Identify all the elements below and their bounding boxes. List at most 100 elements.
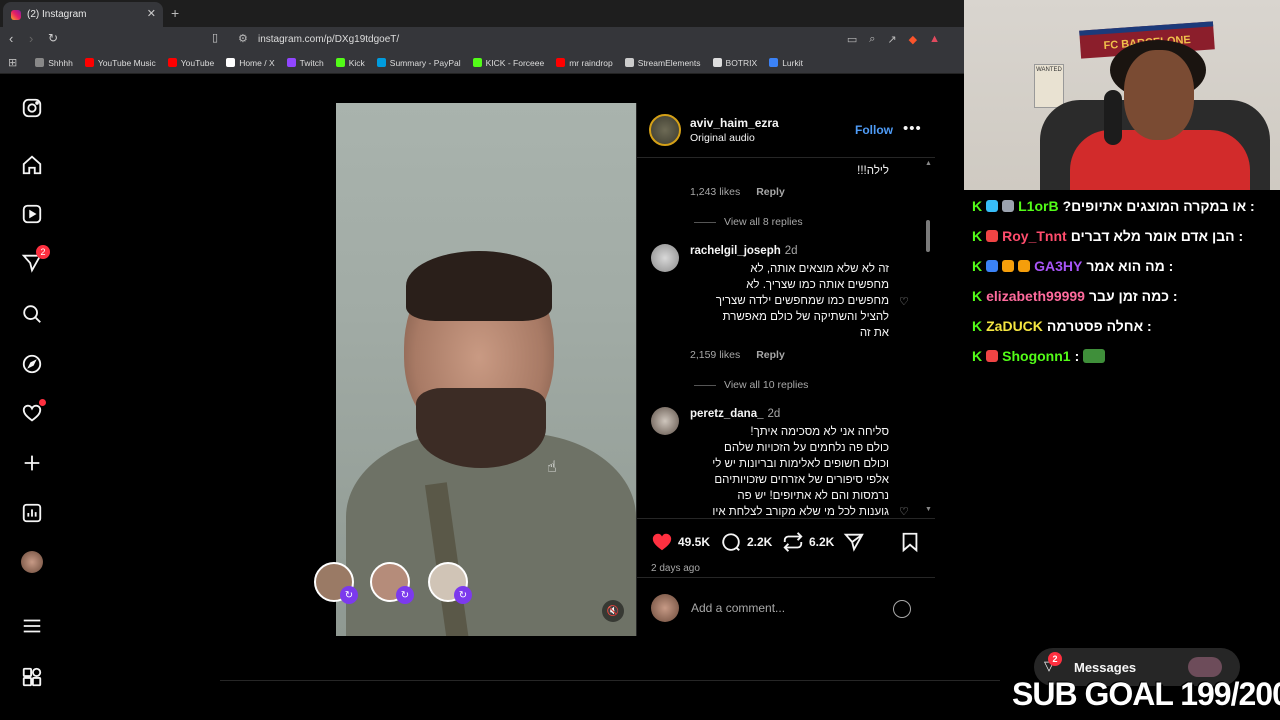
bookmark-item[interactable]: Shhhh	[35, 58, 73, 68]
address-bar[interactable]: ⚙ instagram.com/p/DXg19tdgoeT/ ▭ ⌕ ↗ ◆ ▲	[230, 29, 952, 50]
instagram-logo-icon[interactable]	[20, 96, 44, 120]
comment-likes[interactable]: 1,243 likes	[690, 186, 740, 198]
tab-title: (2) Instagram	[27, 9, 87, 20]
audio-label[interactable]: Original audio	[690, 132, 755, 144]
site-settings-icon[interactable]: ⚙	[238, 32, 248, 45]
scroll-up-icon[interactable]: ▲	[925, 160, 932, 167]
bookmark-item[interactable]: Kick	[335, 58, 365, 68]
chat-username[interactable]: GA3HY	[1034, 258, 1082, 274]
scroll-down-icon[interactable]: ▼	[925, 506, 932, 513]
video-person-hair	[406, 251, 552, 321]
bookmark-favicon-icon	[712, 58, 722, 67]
like-comment-icon[interactable]: ♡	[899, 505, 909, 518]
chat-badge-icon	[986, 260, 999, 272]
browser-tab[interactable]: (2) Instagram ✕	[3, 2, 163, 27]
bookmark-label: BOTRIX	[725, 57, 758, 68]
close-tab-icon[interactable]: ✕	[147, 7, 156, 20]
chat-message: K ZaDUCK: אחלה פסטרמה	[972, 313, 1278, 339]
post-timestamp: 2 days ago	[651, 563, 700, 574]
repost-avatar[interactable]: ↻	[428, 562, 472, 604]
bookmark-item[interactable]: Summary - PayPal	[376, 57, 461, 68]
home-icon[interactable]	[20, 153, 44, 177]
bookmark-item[interactable]: Twitch	[286, 57, 324, 68]
repost-avatar[interactable]: ↻	[370, 562, 414, 604]
bookmark-icon[interactable]: ▯	[212, 31, 218, 44]
reels-icon[interactable]	[20, 202, 44, 226]
reply-button[interactable]: Reply	[756, 349, 785, 361]
chat-username[interactable]: ZaDUCK	[986, 318, 1043, 334]
add-comment-input[interactable]: Add a comment...	[691, 601, 785, 615]
chat-message: K Shogonn1:	[972, 343, 1278, 369]
bookmark-item[interactable]: mr raindrop	[556, 58, 613, 68]
new-tab-icon[interactable]: +	[171, 5, 179, 21]
search-icon[interactable]	[20, 302, 44, 326]
chat-username[interactable]: elizabeth99999	[986, 288, 1085, 304]
view-replies-button[interactable]: View all 10 replies	[694, 379, 808, 391]
author-username[interactable]: aviv_haim_ezra	[690, 116, 779, 130]
back-icon[interactable]: ‹	[9, 31, 13, 46]
share-button[interactable]	[843, 531, 865, 553]
bookmark-favicon-icon	[472, 58, 482, 67]
scrollbar-thumb[interactable]	[926, 220, 930, 252]
post-panel: aviv_haim_ezra Original audio Follow •••…	[636, 103, 935, 636]
comment-username[interactable]: peretz_dana_ 2d	[690, 408, 780, 420]
bookmark-favicon-icon	[769, 58, 779, 67]
comments-scrollbar[interactable]: ▲ ▼	[924, 160, 932, 516]
repost-button[interactable]: 6.2K	[782, 531, 834, 553]
more-options-icon[interactable]: •••	[903, 120, 922, 137]
comment-button[interactable]: 2.2K	[720, 531, 772, 553]
brave-shield-icon[interactable]: ◆	[909, 33, 917, 46]
chat-username[interactable]: Roy_Tnnt	[1002, 228, 1067, 244]
brave-rewards-icon[interactable]: ▲	[929, 33, 940, 46]
chat-username[interactable]: Shogonn1	[1002, 348, 1070, 364]
chat-username[interactable]: L1orB	[1018, 198, 1058, 214]
follow-button[interactable]: Follow	[855, 123, 893, 137]
likes-count: 49.5K	[678, 535, 711, 549]
save-button[interactable]	[899, 531, 921, 553]
cast-icon[interactable]: ▭	[847, 33, 857, 46]
bookmark-label: Summary - PayPal	[389, 57, 461, 68]
forward-icon[interactable]: ›	[29, 31, 33, 46]
bookmark-item[interactable]: Home / X	[226, 58, 275, 68]
profile-avatar-icon[interactable]	[20, 550, 44, 574]
commenter-avatar[interactable]	[651, 244, 679, 272]
comment-icon	[722, 533, 740, 551]
bookmark-item[interactable]: BOTRIX	[712, 57, 758, 68]
repost-avatar[interactable]: ↻	[314, 562, 358, 604]
bookmark-item[interactable]: Lurkit	[769, 58, 803, 68]
mute-toggle-icon[interactable]: 🔇	[602, 600, 624, 622]
comment-line: את זה	[859, 327, 889, 339]
apps-icon[interactable]: ⊞	[8, 56, 17, 69]
comment-username[interactable]: rachelgil_joseph 2d	[690, 245, 798, 257]
commenter-avatar[interactable]	[651, 407, 679, 435]
share-icon[interactable]: ↗	[887, 33, 896, 46]
view-replies-button[interactable]: View all 8 replies	[694, 216, 803, 228]
explore-icon[interactable]	[20, 352, 44, 376]
like-button[interactable]: 49.5K	[651, 531, 710, 553]
insights-icon[interactable]	[20, 501, 44, 525]
comment-likes[interactable]: 2,159 likes	[690, 349, 740, 361]
zoom-icon[interactable]: ⌕	[869, 33, 875, 46]
bookmark-item[interactable]: YouTube	[167, 58, 214, 68]
browser-tabbar: (2) Instagram ✕ +	[0, 0, 964, 27]
direct-messages-icon[interactable]: 2	[20, 245, 50, 275]
reply-button[interactable]: Reply	[756, 186, 785, 198]
author-avatar[interactable]	[649, 114, 681, 146]
chat-badge-icon	[1002, 260, 1015, 272]
bookmark-item[interactable]: KICK - Forceee	[472, 58, 544, 68]
bookmark-item[interactable]: YouTube Music	[84, 58, 156, 68]
post-video[interactable]: 🔇	[336, 103, 636, 636]
messages-label: Messages	[1074, 659, 1137, 675]
emoji-icon[interactable]	[893, 600, 911, 618]
bookmark-label: Twitch	[299, 57, 324, 68]
kick-badge-icon: K	[972, 348, 983, 364]
bookmark-favicon-icon	[167, 58, 177, 67]
current-user-avatar	[651, 594, 679, 622]
menu-icon[interactable]	[20, 614, 44, 638]
also-from-meta-icon[interactable]	[20, 665, 44, 689]
like-comment-icon[interactable]: ♡	[899, 295, 909, 308]
bookmark-item[interactable]: StreamElements	[624, 58, 701, 68]
reload-icon[interactable]: ↻	[48, 31, 58, 45]
create-icon[interactable]	[20, 451, 44, 475]
notifications-heart-icon[interactable]	[20, 399, 46, 425]
